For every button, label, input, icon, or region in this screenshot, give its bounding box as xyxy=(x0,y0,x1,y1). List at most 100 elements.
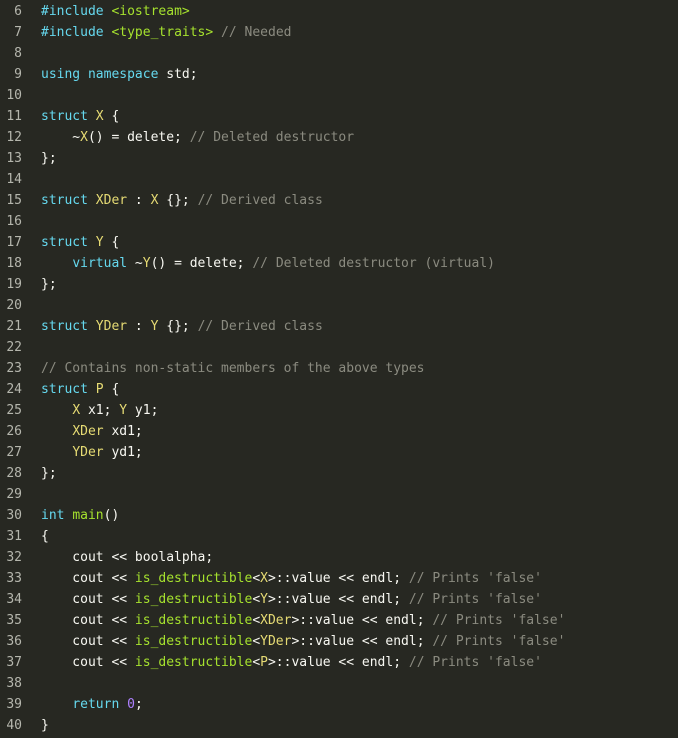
code-text[interactable]: struct P { xyxy=(41,382,119,397)
code-token: {}; xyxy=(158,193,198,208)
code-line[interactable]: 20 xyxy=(0,295,678,316)
code-token: }; xyxy=(41,151,57,166)
code-text[interactable]: }; xyxy=(41,466,57,481)
code-line[interactable]: 12 ~X() = delete; // Deleted destructor xyxy=(0,127,678,148)
code-line[interactable]: 13}; xyxy=(0,148,678,169)
code-token: int xyxy=(41,508,65,523)
code-token: cout << xyxy=(41,634,135,649)
code-text[interactable]: using namespace std; xyxy=(41,67,198,82)
code-text[interactable]: YDer yd1; xyxy=(41,445,142,460)
code-token: virtual xyxy=(72,256,128,271)
code-line[interactable]: 29 xyxy=(0,484,678,505)
code-token: >::value << endl; xyxy=(291,613,433,628)
code-text[interactable]: }; xyxy=(41,151,57,166)
code-text[interactable]: { xyxy=(41,529,49,544)
code-line[interactable]: 33 cout << is_destructible<X>::value << … xyxy=(0,568,678,589)
code-text[interactable]: #include <iostream> xyxy=(41,4,190,19)
code-line[interactable]: 34 cout << is_destructible<Y>::value << … xyxy=(0,589,678,610)
code-text[interactable]: } xyxy=(41,718,49,733)
code-text[interactable]: virtual ~Y() = delete; // Deleted destru… xyxy=(41,256,495,271)
code-token: struct xyxy=(41,193,88,208)
line-number: 31 xyxy=(6,529,22,544)
code-token: () = delete; xyxy=(150,256,253,271)
code-token: is_destructible xyxy=(134,613,253,628)
code-token: <type_traits> xyxy=(111,25,214,40)
code-text[interactable]: return 0; xyxy=(41,697,142,712)
code-token: #include xyxy=(41,25,112,40)
code-line[interactable]: 21 struct YDer : Y {}; // Derived class xyxy=(0,316,678,337)
code-token: >::value << endl; xyxy=(291,634,433,649)
line-number: 32 xyxy=(6,550,22,565)
code-line[interactable]: 7 #include <type_traits> // Needed xyxy=(0,22,678,43)
code-token: XDer xyxy=(72,424,104,439)
line-number: 15 xyxy=(6,193,22,208)
code-token: // Prints 'false' xyxy=(408,571,542,586)
code-text[interactable]: struct Y { xyxy=(41,235,119,250)
code-text[interactable]: }; xyxy=(41,277,57,292)
code-text[interactable]: XDer xd1; xyxy=(41,424,143,439)
code-line[interactable]: 38 xyxy=(0,673,678,694)
code-text[interactable]: ~X() = delete; // Deleted destructor xyxy=(41,130,354,145)
code-line[interactable]: 25 X x1; Y y1; xyxy=(0,400,678,421)
code-text[interactable]: #include <type_traits> // Needed xyxy=(41,25,291,40)
code-line[interactable]: 35 cout << is_destructible<XDer>::value … xyxy=(0,610,678,631)
code-line[interactable]: 31 { xyxy=(0,526,678,547)
code-text[interactable]: cout << boolalpha; xyxy=(41,550,213,565)
code-text[interactable]: // Contains non-static members of the ab… xyxy=(41,361,425,376)
code-line[interactable]: 40} xyxy=(0,715,678,736)
code-line[interactable]: 24 struct P { xyxy=(0,379,678,400)
code-text[interactable]: struct YDer : Y {}; // Derived class xyxy=(41,319,323,334)
code-editor[interactable]: 6 #include <iostream> 7 #include <type_trai… xyxy=(0,0,678,738)
code-text[interactable]: X x1; Y y1; xyxy=(41,403,158,418)
code-line[interactable]: 8 xyxy=(0,43,678,64)
code-text[interactable]: int main() xyxy=(41,508,119,523)
code-token: is_destructible xyxy=(134,592,253,607)
code-text[interactable]: struct X { xyxy=(41,109,119,124)
code-token: < xyxy=(252,655,261,670)
code-token: P xyxy=(260,655,268,670)
line-number: 12 xyxy=(6,130,22,145)
code-line[interactable]: 22 xyxy=(0,337,678,358)
code-line[interactable]: 18 virtual ~Y() = delete; // Deleted des… xyxy=(0,253,678,274)
code-line[interactable]: 17 struct Y { xyxy=(0,232,678,253)
line-number: 22 xyxy=(6,340,22,355)
line-number: 23 xyxy=(6,361,22,376)
code-line[interactable]: 36 cout << is_destructible<YDer>::value … xyxy=(0,631,678,652)
code-line[interactable]: 32 cout << boolalpha; xyxy=(0,547,678,568)
code-token: } xyxy=(41,718,49,733)
code-line[interactable]: 11 struct X { xyxy=(0,106,678,127)
code-line[interactable]: 19}; xyxy=(0,274,678,295)
code-line[interactable]: 26 XDer xd1; xyxy=(0,421,678,442)
code-line[interactable]: 39 return 0; xyxy=(0,694,678,715)
code-token: struct xyxy=(41,319,88,334)
code-line[interactable]: 15 struct XDer : X {}; // Derived class xyxy=(0,190,678,211)
line-number: 35 xyxy=(6,613,22,628)
code-token: struct xyxy=(41,109,88,124)
code-text[interactable]: cout << is_destructible<P>::value << end… xyxy=(41,655,542,670)
code-token: xd1; xyxy=(103,424,143,439)
code-text[interactable]: cout << is_destructible<XDer>::value << … xyxy=(41,613,565,628)
code-token: // Deleted destructor (virtual) xyxy=(252,256,495,271)
line-number: 24 xyxy=(6,382,22,397)
code-line[interactable]: 9 using namespace std; xyxy=(0,64,678,85)
code-token: >::value << endl; xyxy=(267,571,409,586)
code-token: main xyxy=(72,508,104,523)
line-number: 20 xyxy=(6,298,22,313)
code-line[interactable]: 10 xyxy=(0,85,678,106)
code-line[interactable]: 23 // Contains non-static members of the … xyxy=(0,358,678,379)
code-text[interactable]: cout << is_destructible<YDer>::value << … xyxy=(41,634,565,649)
code-line[interactable]: 30 int main() xyxy=(0,505,678,526)
code-line[interactable]: 27 YDer yd1; xyxy=(0,442,678,463)
code-token: XDer xyxy=(260,613,292,628)
code-line[interactable]: 14 xyxy=(0,169,678,190)
code-line[interactable]: 28}; xyxy=(0,463,678,484)
code-text[interactable]: cout << is_destructible<Y>::value << end… xyxy=(41,592,542,607)
code-text[interactable]: struct XDer : X {}; // Derived class xyxy=(41,193,323,208)
code-line[interactable]: 37 cout << is_destructible<P>::value << … xyxy=(0,652,678,673)
code-line[interactable]: 16 xyxy=(0,211,678,232)
code-text[interactable]: cout << is_destructible<X>::value << end… xyxy=(41,571,542,586)
code-line[interactable]: 6 #include <iostream> xyxy=(0,1,678,22)
